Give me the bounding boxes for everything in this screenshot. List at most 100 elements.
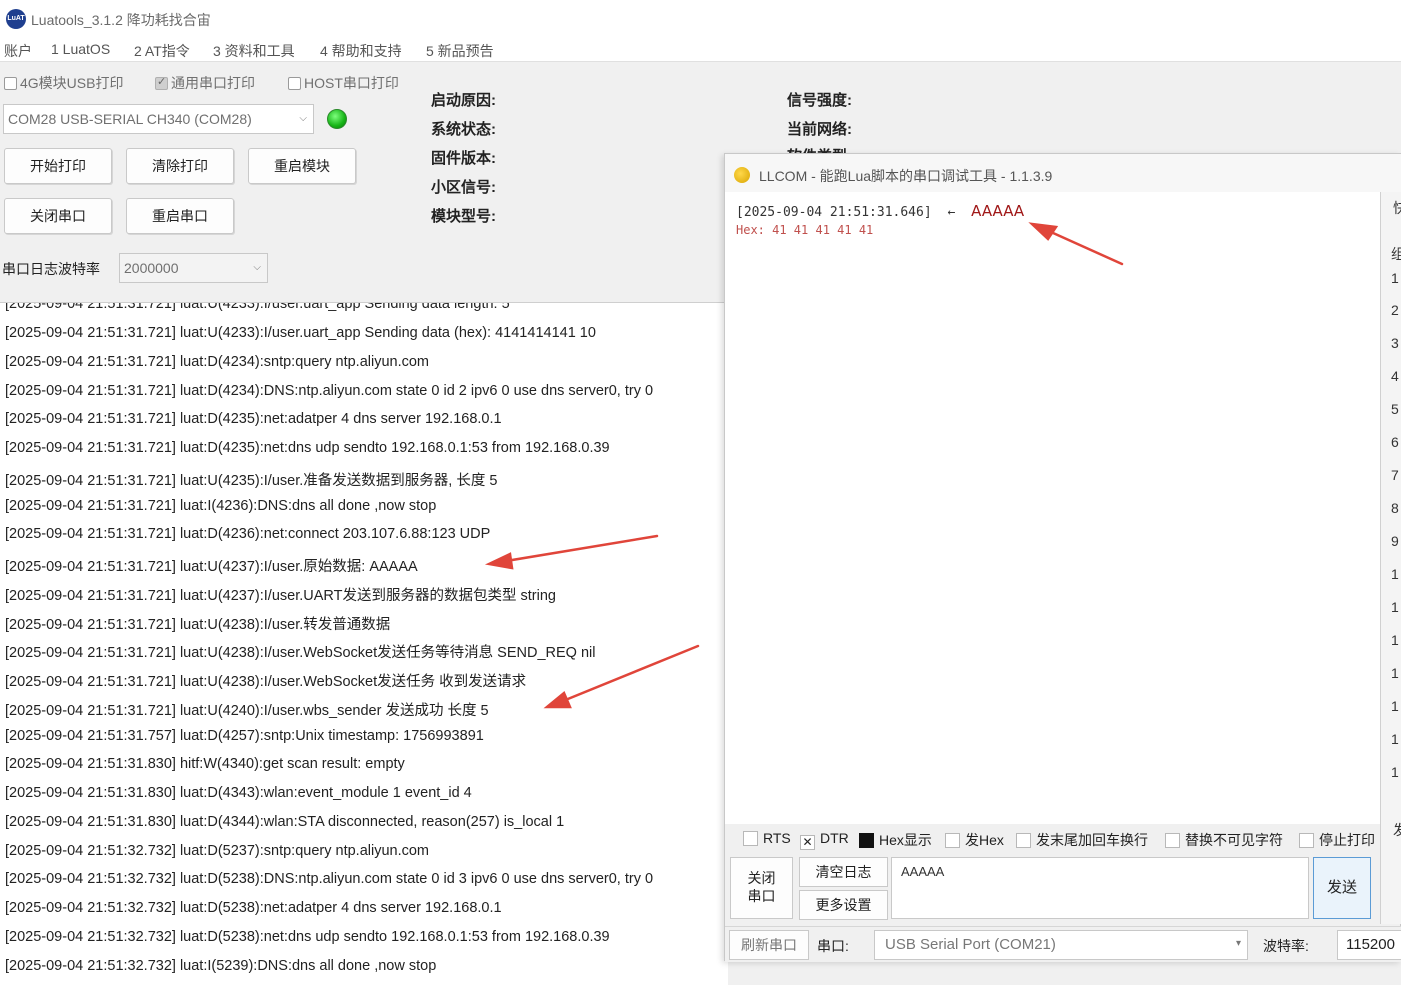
send-hex-checkbox[interactable]: 发Hex bbox=[945, 830, 1004, 850]
quick-send-item[interactable]: 1 bbox=[1391, 632, 1399, 648]
quick-send-header: 快 bbox=[1393, 200, 1401, 216]
rx-data: AAAAA bbox=[971, 202, 1025, 220]
log-line: [2025-09-04 21:51:31.721] luat:U(4238):I… bbox=[5, 674, 527, 690]
dtr-label: DTR bbox=[820, 830, 849, 846]
restart-port-button[interactable]: 重启串口 bbox=[126, 198, 234, 234]
host-print-checkbox[interactable]: HOST串口打印 bbox=[288, 73, 399, 93]
luatools-titlebar: LuAT Luatools_3.1.2 降功耗找合宙 bbox=[0, 0, 1401, 38]
quick-send-item[interactable]: 1 bbox=[1391, 566, 1399, 582]
refresh-port-button[interactable]: 刷新串口 bbox=[729, 930, 809, 960]
menu-resources-tools[interactable]: 3 资料和工具 bbox=[213, 41, 295, 61]
log-line: [2025-09-04 21:51:32.732] luat:D(5238):D… bbox=[5, 871, 654, 887]
log-line: [2025-09-04 21:51:31.721] luat:I(4236):D… bbox=[5, 498, 437, 514]
quick-send-item[interactable]: 1 bbox=[1391, 698, 1399, 714]
append-crlf-label: 发末尾加回车换行 bbox=[1036, 832, 1148, 848]
log-line: [2025-09-04 21:51:31.721] luat:U(4233):I… bbox=[5, 302, 510, 312]
llcom-window-title: LLCOM - 能跑Lua脚本的串口调试工具 - 1.1.3.9 bbox=[759, 168, 1053, 184]
connection-status-led bbox=[327, 109, 347, 129]
checkbox-icon bbox=[1016, 833, 1031, 848]
rx-hex: Hex: 41 41 41 41 41 bbox=[736, 223, 874, 237]
quick-send-item[interactable]: 7 bbox=[1391, 467, 1399, 483]
llcom-baud-value: 115200 bbox=[1346, 936, 1395, 953]
clear-log-button[interactable]: 清空日志 bbox=[799, 857, 888, 887]
llcom-port-select[interactable]: USB Serial Port (COM21) ▾ bbox=[874, 930, 1248, 960]
checkbox-checked-icon bbox=[155, 75, 168, 90]
current-network-label: 当前网络: bbox=[787, 121, 852, 138]
quick-send-item[interactable]: 1 bbox=[1391, 599, 1399, 615]
checkbox-x-icon: ✕ bbox=[800, 835, 815, 850]
signal-strength-label: 信号强度: bbox=[787, 92, 852, 109]
log-baud-select[interactable]: 2000000 ⌵ bbox=[119, 253, 268, 283]
hex-display-label: Hex显示 bbox=[879, 832, 932, 848]
restart-module-button[interactable]: 重启模块 bbox=[248, 148, 356, 184]
menu-luatos[interactable]: 1 LuatOS bbox=[51, 41, 110, 57]
stop-print-checkbox[interactable]: 停止打印 bbox=[1299, 830, 1375, 850]
host-print-label: HOST串口打印 bbox=[304, 75, 399, 91]
chevron-down-icon: ⌵ bbox=[299, 113, 307, 124]
clear-print-button[interactable]: 清除打印 bbox=[126, 148, 234, 184]
close-port-button[interactable]: 关闭 串口 bbox=[730, 857, 793, 919]
log-line: [2025-09-04 21:51:31.721] luat:D(4235):n… bbox=[5, 411, 502, 427]
menu-help-support[interactable]: 4 帮助和支持 bbox=[320, 41, 402, 61]
replace-invisible-checkbox[interactable]: 替换不可见字符 bbox=[1165, 830, 1283, 850]
quick-send-item[interactable]: 9 bbox=[1391, 533, 1399, 549]
quick-send-item[interactable]: 4 bbox=[1391, 368, 1399, 384]
quick-send-item[interactable]: 8 bbox=[1391, 500, 1399, 516]
log-line: [2025-09-04 21:51:31.721] luat:U(4235):I… bbox=[5, 473, 498, 489]
llcom-window: LLCOM - 能跑Lua脚本的串口调试工具 - 1.1.3.9 [2025-0… bbox=[724, 153, 1401, 962]
log-line: [2025-09-04 21:51:31.721] luat:U(4233):I… bbox=[5, 325, 596, 341]
log-output[interactable]: [2025-09-04 21:51:31.721] luat:U(4233):I… bbox=[0, 302, 728, 985]
module-model-label: 模块型号: bbox=[431, 208, 496, 225]
menu-bar: 账户 1 LuatOS 2 AT指令 3 资料和工具 4 帮助和支持 5 新品预… bbox=[0, 38, 1401, 62]
quick-send-item[interactable]: 5 bbox=[1391, 401, 1399, 417]
menu-at-commands[interactable]: 2 AT指令 bbox=[134, 41, 190, 61]
quick-send-item[interactable]: 2 bbox=[1391, 302, 1399, 318]
menu-account[interactable]: 账户 bbox=[4, 41, 32, 61]
log-line: [2025-09-04 21:51:32.732] luat:D(5238):n… bbox=[5, 929, 610, 945]
close-port-button[interactable]: 关闭串口 bbox=[4, 198, 112, 234]
quick-send-item[interactable]: 6 bbox=[1391, 434, 1399, 450]
quick-send-item[interactable]: 1 bbox=[1391, 665, 1399, 681]
luatools-logo-icon: LuAT bbox=[6, 9, 26, 29]
log-line: [2025-09-04 21:51:31.721] luat:U(4238):I… bbox=[5, 617, 391, 633]
stop-print-label: 停止打印 bbox=[1319, 832, 1375, 848]
rts-checkbox[interactable]: RTS bbox=[743, 830, 791, 846]
more-settings-button[interactable]: 更多设置 bbox=[799, 890, 888, 920]
hex-display-checkbox[interactable]: Hex显示 bbox=[859, 830, 932, 850]
port-select[interactable]: COM28 USB-SERIAL CH340 (COM28) ⌵ bbox=[3, 104, 314, 134]
menu-new-products[interactable]: 5 新品预告 bbox=[426, 41, 494, 61]
llcom-baud-select[interactable]: 115200 bbox=[1337, 930, 1401, 960]
log-line: [2025-09-04 21:51:31.721] luat:U(4238):I… bbox=[5, 645, 596, 661]
append-crlf-checkbox[interactable]: 发末尾加回车换行 bbox=[1016, 830, 1148, 850]
log-baud-label: 串口日志波特率 bbox=[2, 261, 100, 277]
replace-invisible-label: 替换不可见字符 bbox=[1185, 832, 1283, 848]
boot-reason-label: 启动原因: bbox=[431, 92, 496, 109]
rts-label: RTS bbox=[763, 830, 791, 846]
usb-print-label: 4G模块USB打印 bbox=[20, 75, 124, 91]
quick-send-item[interactable]: 3 bbox=[1391, 335, 1399, 351]
llcom-receive-view[interactable]: [2025-09-04 21:51:31.646] ← AAAAA Hex: 4… bbox=[725, 192, 1380, 824]
quick-send-item[interactable]: 1 bbox=[1391, 731, 1399, 747]
llcom-port-value: USB Serial Port (COM21) bbox=[885, 936, 1056, 953]
usb-print-checkbox[interactable]: 4G模块USB打印 bbox=[4, 73, 123, 93]
log-line: [2025-09-04 21:51:31.721] luat:D(4234):s… bbox=[5, 354, 429, 370]
send-button[interactable]: 发送 bbox=[1313, 857, 1371, 919]
log-line: [2025-09-04 21:51:31.721] luat:U(4237):I… bbox=[5, 559, 418, 575]
send-input[interactable]: AAAAA bbox=[891, 857, 1309, 919]
quick-send-item[interactable]: 1 bbox=[1391, 270, 1399, 286]
uart-print-checkbox[interactable]: 通用串口打印 bbox=[155, 73, 255, 93]
cell-signal-label: 小区信号: bbox=[431, 179, 496, 196]
quick-send-item[interactable]: 1 bbox=[1391, 764, 1399, 780]
checkbox-icon bbox=[1299, 833, 1314, 848]
receive-arrow-icon: ← bbox=[947, 205, 956, 220]
start-print-button[interactable]: 开始打印 bbox=[4, 148, 112, 184]
log-line: [2025-09-04 21:51:32.732] luat:D(5238):n… bbox=[5, 900, 502, 916]
llcom-baud-label: 波特率: bbox=[1263, 938, 1309, 954]
dtr-checkbox[interactable]: ✕ DTR bbox=[800, 830, 849, 850]
llcom-port-bar: 刷新串口 串口: USB Serial Port (COM21) ▾ 波特率: … bbox=[725, 926, 1401, 962]
log-line: [2025-09-04 21:51:31.757] luat:D(4257):s… bbox=[5, 728, 484, 744]
checkbox-icon bbox=[4, 77, 17, 90]
log-baud-value: 2000000 bbox=[124, 260, 179, 276]
checkbox-icon bbox=[288, 77, 301, 90]
llcom-titlebar: LLCOM - 能跑Lua脚本的串口调试工具 - 1.1.3.9 bbox=[725, 154, 1401, 192]
